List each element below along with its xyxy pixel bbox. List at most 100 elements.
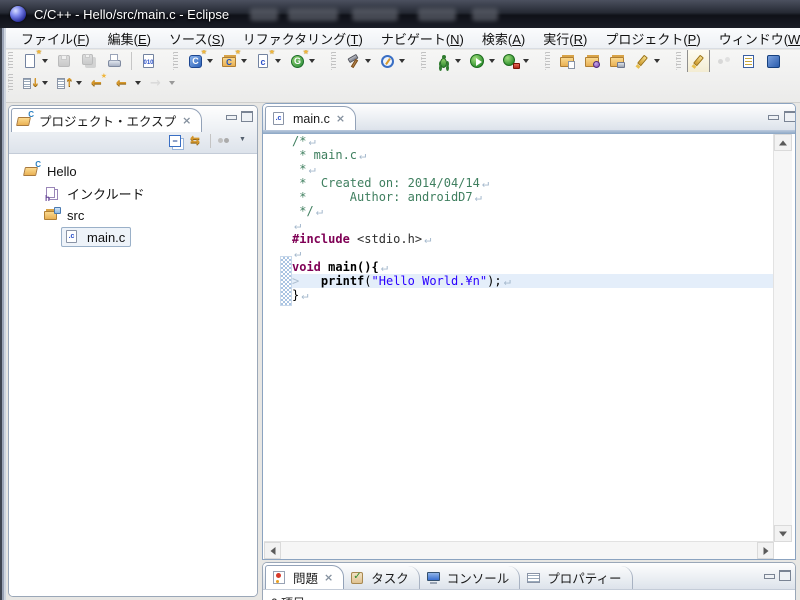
dropdown-arrow-icon[interactable] bbox=[76, 81, 82, 85]
last-edit-button[interactable] bbox=[87, 72, 110, 94]
maximize-button[interactable] bbox=[240, 110, 252, 121]
tree-item-source-folder[interactable]: src bbox=[9, 204, 257, 226]
collapse-all-icon[interactable] bbox=[168, 132, 185, 149]
tree-item-c-file[interactable]: main.c bbox=[9, 226, 257, 248]
tab-properties[interactable]: プロパティー bbox=[520, 566, 632, 589]
code-line: ↵ bbox=[292, 218, 776, 232]
open-resource-icon bbox=[559, 53, 576, 70]
dropdown-arrow-icon[interactable] bbox=[241, 59, 247, 63]
new-c-folder-button[interactable]: ★ bbox=[218, 50, 250, 72]
menu-R[interactable]: 実行(R) bbox=[534, 27, 596, 50]
menu-P[interactable]: プロジェクト(P) bbox=[596, 27, 709, 50]
dropdown-arrow-icon[interactable] bbox=[207, 59, 213, 63]
tab-project-explorer[interactable]: プロジェクト・エクスプ × bbox=[11, 108, 202, 132]
code-line: *↵ bbox=[292, 162, 776, 176]
outline-view-button[interactable] bbox=[737, 50, 760, 72]
build-target-button[interactable] bbox=[376, 50, 408, 72]
drag-handle-icon bbox=[8, 74, 13, 92]
perspective-cut-button[interactable] bbox=[762, 50, 785, 72]
save-all-button bbox=[78, 50, 101, 72]
dropdown-arrow-icon[interactable] bbox=[135, 81, 141, 85]
debug-button[interactable] bbox=[432, 50, 464, 72]
drag-handle-icon bbox=[421, 52, 426, 70]
title-bar[interactable]: C/C++ - Hello/src/main.c - Eclipse bbox=[0, 0, 800, 28]
bottom-tab-label: コンソール bbox=[447, 568, 510, 587]
close-icon[interactable]: × bbox=[182, 114, 191, 127]
minimize-button[interactable] bbox=[225, 110, 237, 121]
dropdown-arrow-icon[interactable] bbox=[523, 59, 529, 63]
code-line: }↵ bbox=[292, 288, 776, 302]
prev-annotation-button[interactable] bbox=[53, 72, 85, 94]
menu-W[interactable]: ウィンドウ(W) bbox=[710, 27, 800, 50]
print-icon bbox=[106, 53, 123, 70]
run-button[interactable] bbox=[466, 50, 498, 72]
open-resource-button[interactable] bbox=[556, 50, 579, 72]
back-button[interactable] bbox=[112, 72, 144, 94]
tree-item-includes[interactable]: インクルード bbox=[9, 182, 257, 204]
code-line: void main(){↵ bbox=[292, 260, 776, 274]
dropdown-arrow-icon[interactable] bbox=[399, 59, 405, 63]
toolbar-group bbox=[543, 50, 664, 72]
tab-main-c[interactable]: main.c × bbox=[265, 106, 356, 130]
tab-tasks[interactable]: タスク bbox=[344, 566, 420, 589]
tree-item-label: main.c bbox=[87, 230, 125, 245]
horizontal-scrollbar[interactable] bbox=[264, 541, 774, 559]
external-tools-button[interactable] bbox=[500, 50, 532, 72]
mark-pen-button[interactable] bbox=[631, 50, 663, 72]
maximize-button[interactable] bbox=[778, 569, 790, 580]
mark-pen-button[interactable] bbox=[687, 50, 710, 72]
scroll-right-arrow[interactable] bbox=[757, 542, 774, 559]
menu-T[interactable]: リファクタリング(T) bbox=[234, 27, 372, 50]
tree-item-c-project[interactable]: Hello bbox=[9, 160, 257, 182]
next-annotation-button[interactable] bbox=[19, 72, 51, 94]
new-c-project-button[interactable]: ★ bbox=[184, 50, 216, 72]
dropdown-arrow-icon[interactable] bbox=[275, 59, 281, 63]
dropdown-arrow-icon[interactable] bbox=[365, 59, 371, 63]
dropdown-arrow-icon[interactable] bbox=[654, 59, 660, 63]
build-hammer-button[interactable] bbox=[342, 50, 374, 72]
dropdown-arrow-icon[interactable] bbox=[309, 59, 315, 63]
dropdown-arrow-icon[interactable] bbox=[489, 59, 495, 63]
scroll-left-arrow[interactable] bbox=[264, 542, 281, 559]
save-button bbox=[53, 50, 76, 72]
menu-N[interactable]: ナビゲート(N) bbox=[372, 27, 473, 50]
tree-item-label: src bbox=[67, 208, 84, 223]
minimize-button[interactable] bbox=[763, 569, 775, 580]
menu-F[interactable]: ファイル(F) bbox=[12, 27, 99, 50]
new-g-button[interactable]: ★ bbox=[286, 50, 318, 72]
code-line: * main.c↵ bbox=[292, 148, 776, 162]
bottom-tab-label: プロパティー bbox=[547, 568, 621, 587]
vertical-scrollbar[interactable] bbox=[773, 134, 792, 542]
minimize-button[interactable] bbox=[767, 110, 779, 121]
close-icon[interactable]: × bbox=[336, 112, 345, 125]
c-project-icon bbox=[24, 163, 41, 179]
binary-file-button[interactable] bbox=[137, 50, 160, 72]
code-area[interactable]: /*↵ * main.c↵ *↵ * Created on: 2014/04/1… bbox=[292, 134, 776, 542]
open-project-button[interactable] bbox=[606, 50, 629, 72]
dropdown-arrow-icon[interactable] bbox=[42, 81, 48, 85]
open-type-button[interactable] bbox=[581, 50, 604, 72]
menu-A[interactable]: 検索(A) bbox=[473, 27, 534, 50]
view-menu-icon[interactable] bbox=[236, 132, 253, 149]
tab-problems[interactable]: 問題× bbox=[265, 565, 344, 589]
new-c-folder-icon: ★ bbox=[221, 53, 238, 70]
editor-vertical-ruler[interactable] bbox=[263, 134, 279, 542]
scroll-up-arrow[interactable] bbox=[774, 134, 792, 151]
menu-E[interactable]: 編集(E) bbox=[99, 27, 160, 50]
menu-S[interactable]: ソース(S) bbox=[160, 27, 234, 50]
dropdown-arrow-icon[interactable] bbox=[169, 81, 175, 85]
close-icon[interactable]: × bbox=[324, 571, 333, 584]
scroll-down-arrow[interactable] bbox=[774, 525, 792, 542]
separator bbox=[210, 134, 211, 148]
dropdown-arrow-icon[interactable] bbox=[42, 59, 48, 63]
new-wizard-button[interactable]: ★ bbox=[19, 50, 51, 72]
project-tree[interactable]: Helloインクルード srcmain.c bbox=[9, 154, 257, 596]
toolbar-group bbox=[419, 50, 533, 72]
new-c-file-button[interactable]: ★ bbox=[252, 50, 284, 72]
link-with-editor-icon[interactable] bbox=[189, 132, 206, 149]
filters-icon[interactable] bbox=[215, 132, 232, 149]
tab-console[interactable]: コンソール bbox=[420, 566, 521, 589]
dropdown-arrow-icon[interactable] bbox=[455, 59, 461, 63]
maximize-button[interactable] bbox=[783, 110, 795, 121]
print-button[interactable] bbox=[103, 50, 126, 72]
